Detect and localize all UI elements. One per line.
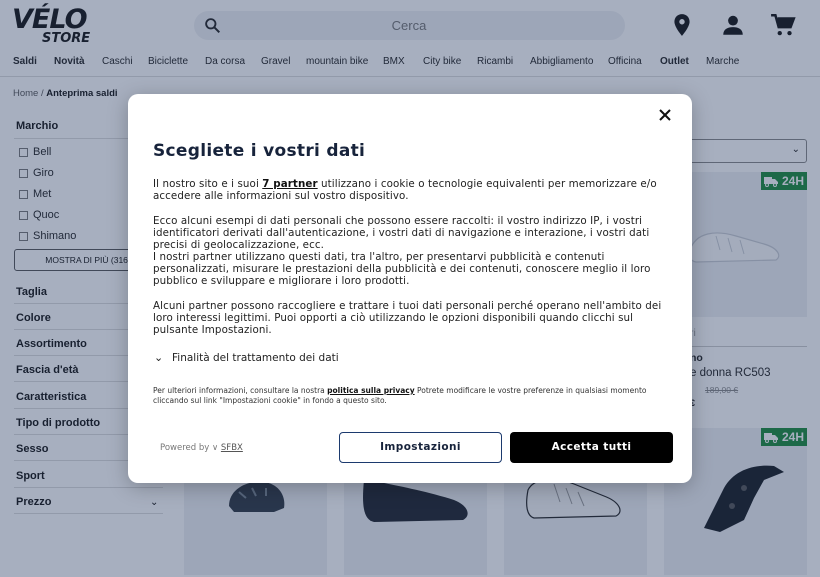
- partners-link[interactable]: 7 partner: [262, 178, 317, 190]
- modal-title: Scegliete i vostri dati: [153, 141, 366, 161]
- privacy-note-before: Per ulteriori informazioni, consultare l…: [153, 386, 328, 395]
- sfbx-logo-icon: ∨: [211, 443, 219, 453]
- modal-paragraph-legitimate: Alcuni partner possono raccogliere e tra…: [153, 300, 662, 337]
- close-icon[interactable]: [657, 107, 673, 123]
- purposes-toggle[interactable]: ⌄ Finalità del trattamento dei dati: [154, 351, 339, 364]
- modal-paragraph-intro: Il nostro sito e i suoi 7 partner utiliz…: [153, 178, 673, 202]
- modal-paragraph-partners: I nostri partner utilizzano questi dati,…: [153, 251, 651, 288]
- settings-button[interactable]: Impostazioni: [339, 432, 502, 463]
- chevron-down-icon: ⌄: [154, 351, 164, 364]
- privacy-policy-link[interactable]: politica sulla privacy: [327, 386, 414, 395]
- cookie-consent-modal: Scegliete i vostri dati Il nostro sito e…: [128, 94, 692, 483]
- intro-text-before: Il nostro sito e i suoi: [153, 178, 263, 190]
- accept-all-button[interactable]: Accetta tutti: [510, 432, 673, 463]
- modal-paragraph-examples: Ecco alcuni esempi di dati personali che…: [153, 215, 650, 252]
- powered-by: Powered by ∨ SFBX: [160, 443, 243, 453]
- powered-by-label: Powered by: [160, 443, 210, 453]
- purposes-toggle-label: Finalità del trattamento dei dati: [172, 352, 339, 364]
- powered-by-brand[interactable]: SFBX: [221, 443, 243, 453]
- privacy-note: Per ulteriori informazioni, consultare l…: [153, 386, 658, 406]
